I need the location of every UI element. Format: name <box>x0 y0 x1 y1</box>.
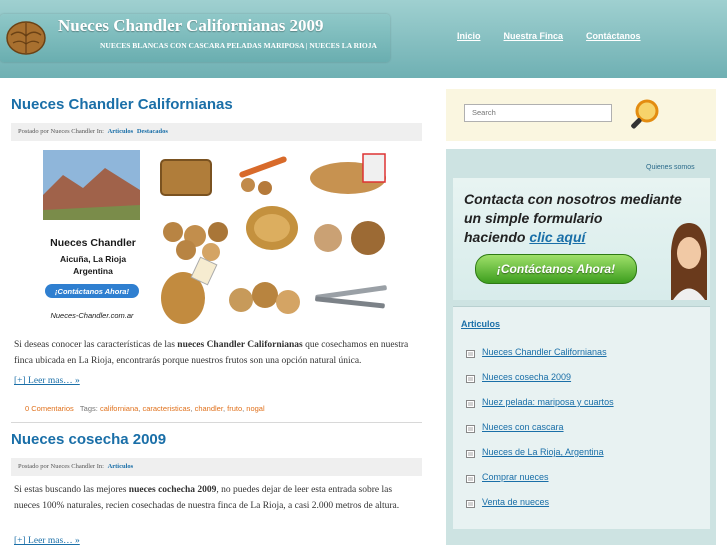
main-nav: Inicio Nuestra Finca Contáctanos <box>457 31 641 41</box>
ad-click-link[interactable]: clic aquí <box>529 229 585 245</box>
nut-bag-image <box>310 153 386 194</box>
category-link[interactable]: Articulos <box>108 463 134 470</box>
collage-brand: Nueces Chandler <box>50 237 136 249</box>
post-keyword: nueces cochecha 2009 <box>128 485 217 495</box>
cracked-nuts-image <box>229 282 300 314</box>
category-item-link[interactable]: Nueces cosecha 2009 <box>482 372 571 382</box>
categories-list: Nueces Chandler Californianas Nueces cos… <box>466 347 614 522</box>
tag-link[interactable]: californiana <box>100 404 138 413</box>
brand-banner[interactable]: Nueces Chandler Californianas 2009 NUECE… <box>0 14 390 62</box>
list-item: Venta de nueces <box>466 497 614 522</box>
tag-link[interactable]: fruto <box>227 404 242 413</box>
page-icon <box>466 500 475 508</box>
list-item: Nuez pelada: mariposa y cuartos <box>466 397 614 422</box>
list-item: Nueces cosecha 2009 <box>466 372 614 397</box>
walnut-logo-icon <box>6 21 46 55</box>
category-item-link[interactable]: Nueces Chandler Californianas <box>482 347 607 357</box>
woman-photo <box>671 223 707 300</box>
post-footer: 0 Comentarios Tags: californiana, caract… <box>25 404 265 413</box>
tags-label: Tags: <box>79 404 98 413</box>
post-excerpt: Si estas buscando las mejores nueces coc… <box>14 485 400 511</box>
site-header: Nueces Chandler Californianas 2009 NUECE… <box>0 0 727 78</box>
search-icon[interactable] <box>627 97 663 133</box>
post-keyword: nueces Chandler Californianas <box>177 340 303 350</box>
page-icon <box>466 375 475 383</box>
page-icon <box>466 450 475 458</box>
tag-link[interactable]: caracteristicas <box>142 404 190 413</box>
list-item: Comprar nueces <box>466 472 614 497</box>
nutcracker-tool-image <box>315 285 387 309</box>
sidebar: Quienes somos Contacta con nosotros medi… <box>446 149 716 545</box>
category-item-link[interactable]: Comprar nueces <box>482 472 549 482</box>
category-item-link[interactable]: Venta de nueces <box>482 497 549 507</box>
categories-panel: Articulos Nueces Chandler Californianas … <box>453 306 710 529</box>
list-item: Nueces Chandler Californianas <box>466 347 614 372</box>
collage-cta-label: ¡Contáctanos Ahora! <box>55 287 129 296</box>
tag-link[interactable]: nogal <box>246 404 264 413</box>
post-excerpt: Si deseas conocer las características de… <box>14 340 409 366</box>
post-author: Postado por Nueces Chandler In: <box>18 463 104 470</box>
nav-contactanos[interactable]: Contáctanos <box>586 31 641 41</box>
category-item-link[interactable]: Nueces con cascara <box>482 422 564 432</box>
site-tagline: NUECES BLANCAS CON CASCARA PELADAS MARIP… <box>100 41 377 50</box>
tag-link[interactable]: chandler <box>195 404 223 413</box>
contact-now-button[interactable]: ¡Contáctanos Ahora! <box>475 254 637 284</box>
list-item: Nueces de La Rioja, Argentina <box>466 447 614 472</box>
shelled-nuts-image <box>246 206 298 250</box>
page-icon <box>466 400 475 408</box>
basket-image <box>160 159 212 196</box>
nav-nuestra-finca[interactable]: Nuestra Finca <box>504 31 564 41</box>
post-title[interactable]: Nueces cosecha 2009 <box>11 431 166 448</box>
category-link[interactable]: Destacados <box>137 128 168 135</box>
post-meta: Postado por Nueces Chandler In: Articulo… <box>11 123 422 141</box>
read-more-link[interactable]: [+] Leer mas… » <box>14 376 80 386</box>
contact-ad-banner[interactable]: Contacta con nosotros mediante un simple… <box>453 178 710 300</box>
category-item-link[interactable]: Nueces de La Rioja, Argentina <box>482 447 604 457</box>
collage-location: Aicuña, La Rioja <box>60 254 126 264</box>
page-icon <box>466 425 475 433</box>
comments-link[interactable]: 0 Comentarios <box>25 404 74 413</box>
nuts-collage-image[interactable]: Nueces Chandler Aicuña, La Rioja Argenti… <box>43 150 391 325</box>
post-author: Postado por Nueces Chandler In: <box>18 128 104 135</box>
page-icon <box>466 350 475 358</box>
nuts-net-bag-image <box>161 256 218 324</box>
post-title[interactable]: Nueces Chandler Californianas <box>11 96 233 113</box>
nuts-pile-image <box>163 222 228 261</box>
ad-text: Contacta con nosotros mediante un simple… <box>464 191 682 245</box>
search-widget <box>446 89 716 141</box>
page-icon <box>466 475 475 483</box>
post-divider <box>11 422 422 423</box>
collage-country: Argentina <box>73 266 113 276</box>
nav-inicio[interactable]: Inicio <box>457 31 481 41</box>
categories-title[interactable]: Articulos <box>461 319 500 329</box>
list-item: Nueces con cascara <box>466 422 614 447</box>
walnuts-image <box>314 221 385 255</box>
category-item-link[interactable]: Nuez pelada: mariposa y cuartos <box>482 397 614 407</box>
post-meta: Postado por Nueces Chandler In: Articulo… <box>11 458 422 476</box>
site-title[interactable]: Nueces Chandler Californianas 2009 <box>58 16 324 36</box>
collage-url: Nueces-Chandler.com.ar <box>50 311 134 320</box>
quienes-somos-link[interactable]: Quienes somos <box>646 164 695 171</box>
nutcracker-image <box>239 156 287 195</box>
search-input[interactable] <box>464 104 612 122</box>
category-link[interactable]: Articulos <box>108 128 134 135</box>
